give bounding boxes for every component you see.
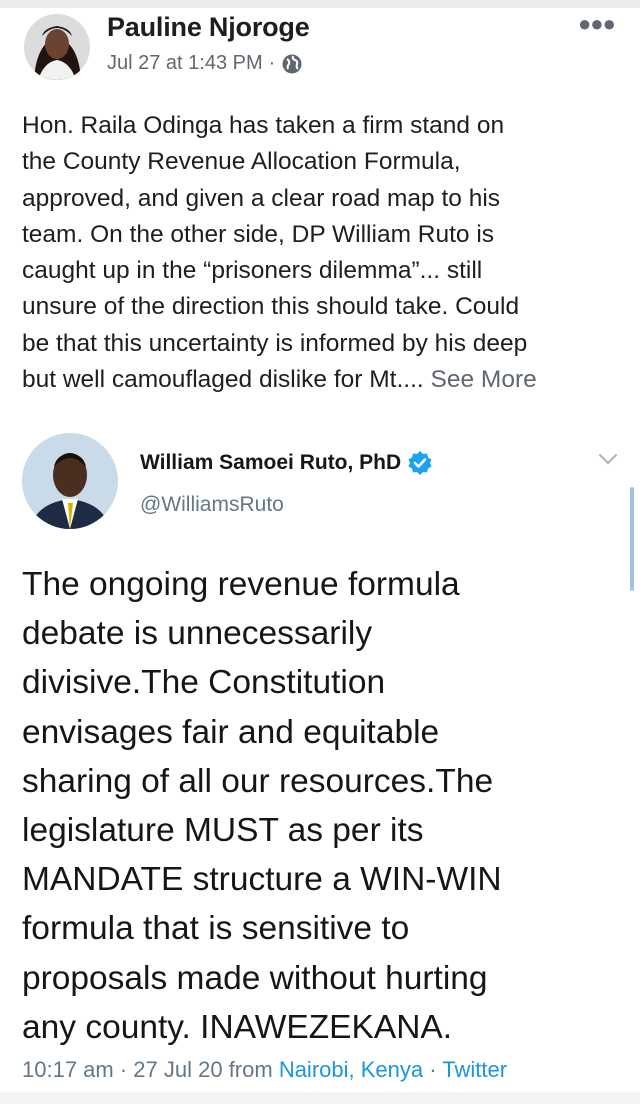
tweet-text: The ongoing revenue formula debate is un… xyxy=(22,560,622,1052)
tweet-author-name-text: William Samoei Ruto, PhD xyxy=(140,451,402,474)
bottom-divider xyxy=(0,1092,640,1104)
tweet-text-line: legislature MUST as per its xyxy=(22,812,424,850)
author-avatar[interactable] xyxy=(24,14,90,80)
footer-separator: · xyxy=(113,1057,134,1082)
more-options-icon[interactable]: ●●● xyxy=(578,13,616,35)
tweet-text-line: divisive.The Constitution xyxy=(22,664,386,702)
globe-icon xyxy=(282,54,302,73)
tweet-text-line: sharing of all our resources.The xyxy=(22,762,494,800)
tweet-date[interactable]: 27 Jul 20 from xyxy=(133,1057,279,1082)
verified-badge-icon xyxy=(408,451,432,475)
see-more-link[interactable]: See More xyxy=(431,366,537,393)
scrollbar[interactable] xyxy=(630,487,634,591)
tweet-text-line: formula that is sensitive to xyxy=(22,910,410,948)
tweet-author-name[interactable]: William Samoei Ruto, PhD xyxy=(140,450,433,476)
tweet-text-line: any county. INAWEZEKANA. xyxy=(22,1008,453,1046)
tweet-location-link[interactable]: Nairobi, Kenya xyxy=(279,1057,423,1082)
tweet-source-link[interactable]: Twitter xyxy=(442,1057,507,1082)
post-text-line: Hon. Raila Odinga has taken a firm stand… xyxy=(22,112,505,139)
tweet-time[interactable]: 10:17 am xyxy=(22,1057,114,1082)
tweet-author-handle[interactable]: @WilliamsRuto xyxy=(140,493,284,517)
post-text-line: team. On the other side, DP William Ruto… xyxy=(22,220,495,248)
post-text: Hon. Raila Odinga has taken a firm stand… xyxy=(22,108,634,398)
post-text-tail: but well camouflaged dislike for Mt.... xyxy=(22,366,431,394)
tweet-text-line: MANDATE structure a WIN-WIN xyxy=(22,861,502,899)
tweet-text-line: debate is unnecessarily xyxy=(22,615,373,653)
meta-separator: · xyxy=(268,52,276,74)
post-text-line: approved, and given a clear road map to … xyxy=(22,184,501,212)
post-text-line-last: but well camouflaged dislike for Mt.... … xyxy=(22,362,634,398)
tweet-text-line: envisages fair and equitable xyxy=(22,713,440,751)
tweet-footer: 10:17 am · 27 Jul 20 from Nairobi, Kenya… xyxy=(22,1057,507,1083)
post-text-line: caught up in the “prisoners dilemma”... … xyxy=(22,257,483,285)
footer-separator: · xyxy=(423,1057,443,1082)
top-divider xyxy=(0,0,640,8)
screenshot: Pauline Njoroge Jul 27 at 1:43 PM · ●●● … xyxy=(0,0,640,1104)
author-name[interactable]: Pauline Njoroge xyxy=(107,12,310,43)
chevron-down-icon[interactable] xyxy=(596,451,620,467)
tweet-text-line: The ongoing revenue formula xyxy=(22,566,460,603)
post-timestamp[interactable]: Jul 27 at 1:43 PM xyxy=(107,52,263,75)
post-text-line: unsure of the direction this should take… xyxy=(22,293,520,321)
post-text-line: the County Revenue Allocation Formula, xyxy=(22,148,461,176)
tweet-text-line: proposals made without hurting xyxy=(22,959,488,997)
embedded-tweet[interactable]: William Samoei Ruto, PhD @WilliamsRuto T… xyxy=(0,415,640,1104)
tweet-author-avatar[interactable] xyxy=(22,433,118,529)
post-meta: Jul 27 at 1:43 PM · xyxy=(107,52,303,75)
post-text-line: be that this uncertainty is informed by … xyxy=(22,329,528,357)
